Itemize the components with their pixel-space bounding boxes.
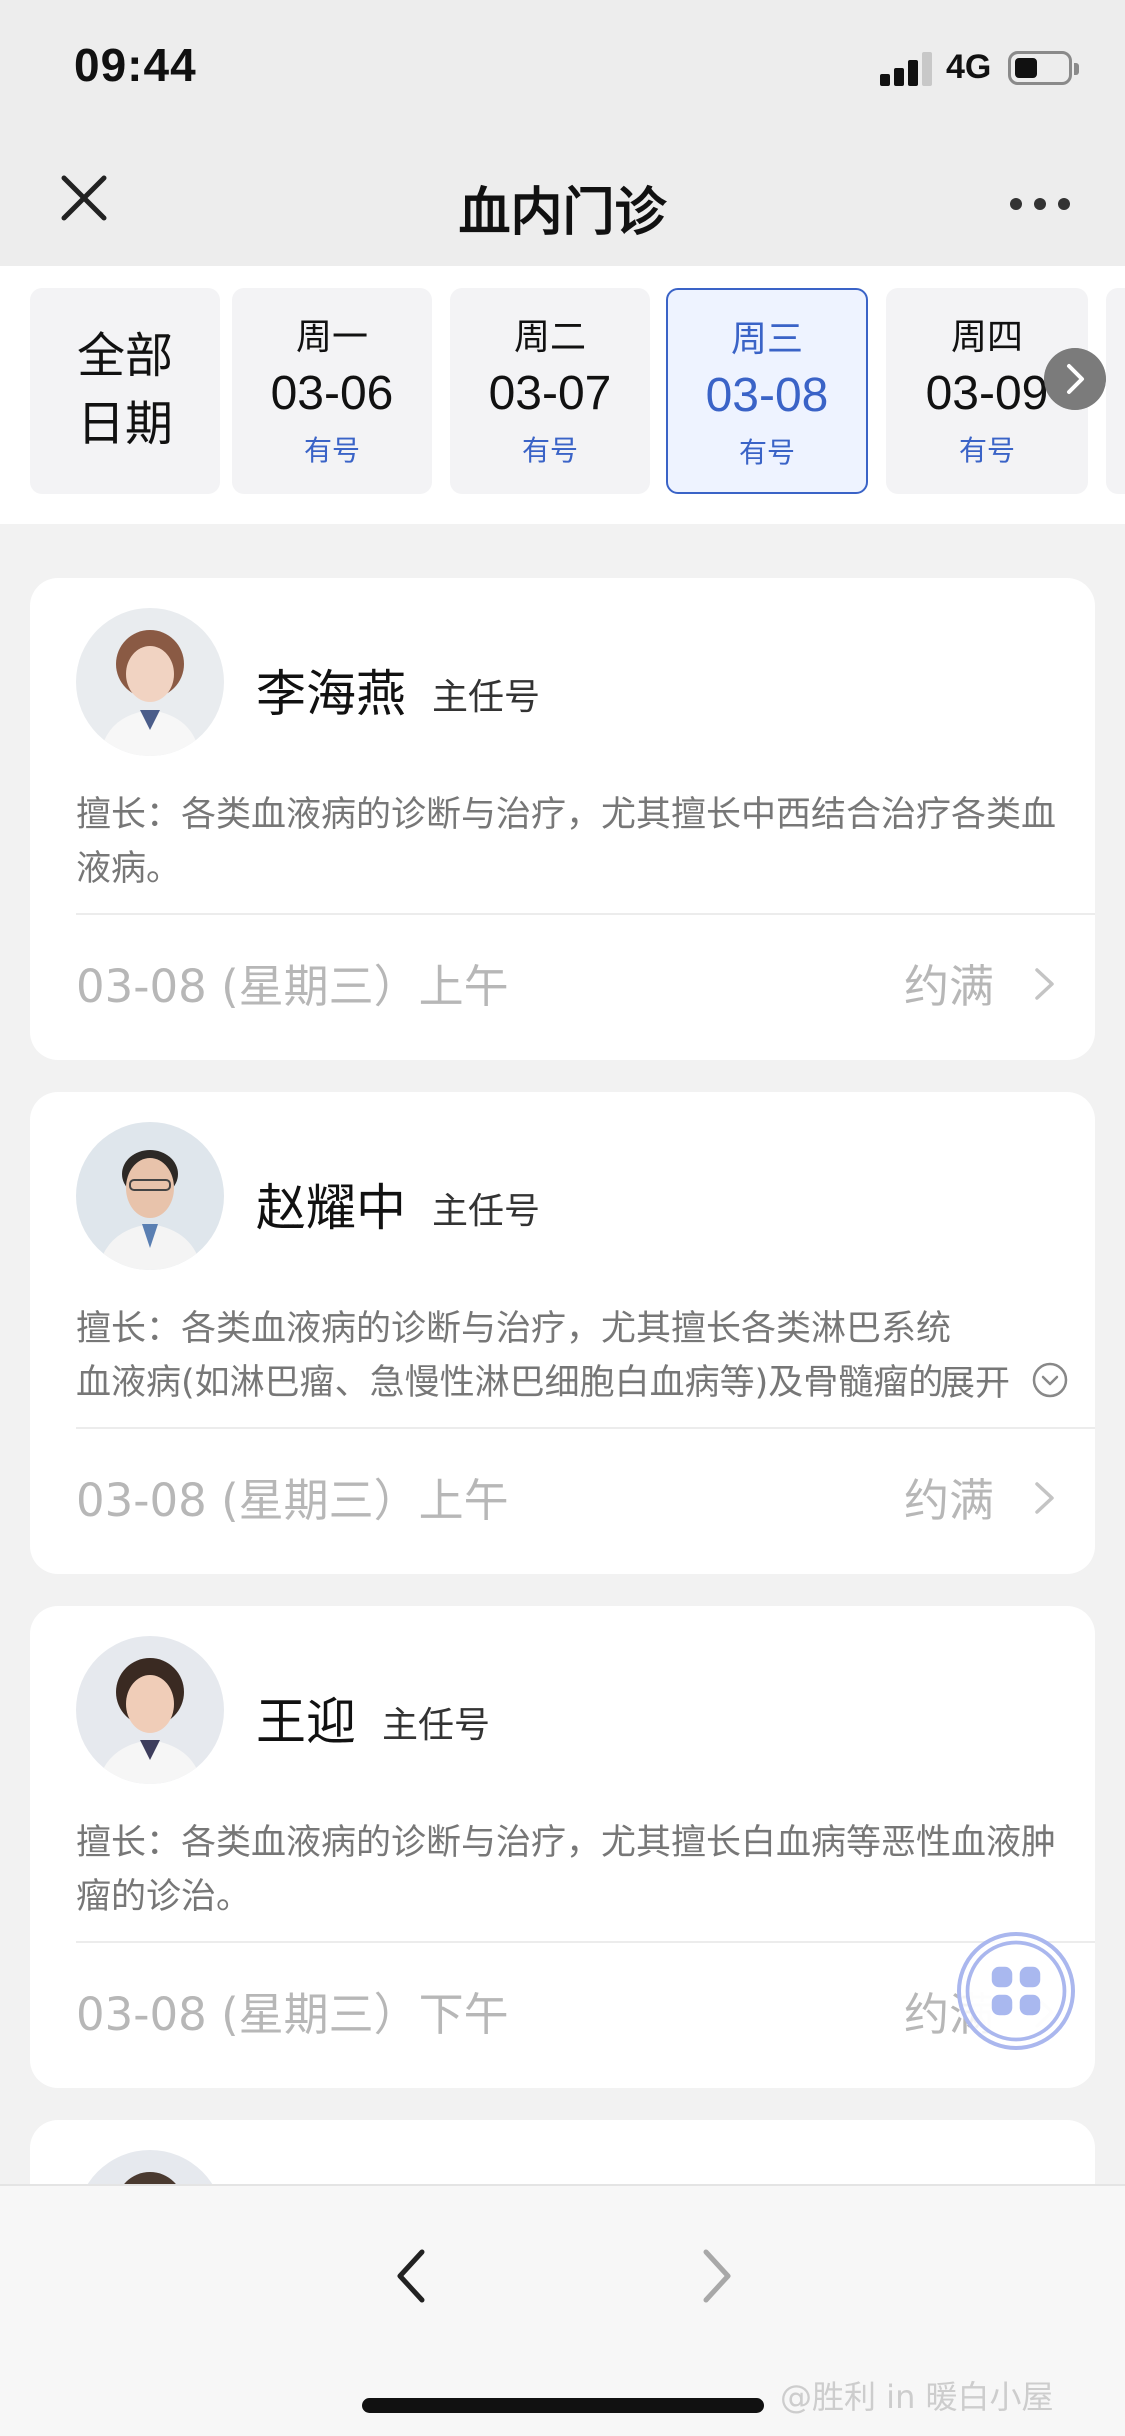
chevron-down-circle-icon[interactable] (1030, 1360, 1070, 1400)
slot-status: 约满 (904, 960, 995, 1013)
battery-icon (1008, 51, 1079, 85)
nav-bar: 血内门诊 (0, 140, 1125, 266)
slot-date: 03-08 (星期三）下午 (76, 1988, 509, 2041)
date-status: 有号 (958, 434, 1015, 467)
chevron-right-icon (1035, 968, 1054, 1000)
watermark: @胜利 in 暖白小屋 (780, 2378, 1054, 2416)
slot-date: 03-08 (星期三）上午 (76, 1474, 509, 1527)
status-time: 09:44 (74, 39, 197, 91)
date-tile-next[interactable] (1106, 288, 1125, 494)
chevron-right-icon[interactable] (1044, 348, 1106, 410)
date-tile-wed[interactable]: 周三 03-08 有号 (666, 288, 868, 494)
date-tile-tue[interactable]: 周二 03-07 有号 (450, 288, 650, 494)
doctor-avatar (76, 1122, 224, 1270)
network-label: 4G (946, 48, 992, 86)
date-all-line2: 日期 (76, 396, 173, 452)
chevron-right-icon (1035, 1482, 1054, 1514)
date-day: 周二 (513, 317, 586, 358)
doctor-avatar (76, 608, 224, 756)
more-icon[interactable] (1010, 196, 1070, 212)
date-day: 周一 (295, 317, 368, 358)
doctor-card[interactable]: 赵耀中 主任号 擅长：各类血液病的诊断与治疗，尤其擅长各类淋巴系统血液病(如淋巴… (30, 1092, 1095, 1574)
divider (76, 913, 1095, 915)
date-status: 有号 (738, 436, 795, 469)
doctor-specialty: 擅长：各类血液病的诊断与治疗，尤其擅长各类淋巴系统血液病(如淋巴瘤、急慢性淋巴细… (76, 1309, 952, 1403)
doctor-title: 主任号 (432, 677, 541, 718)
date-selector: 全部 日期 周一 03-06 有号 周二 03-07 有号 周三 03-08 有… (0, 266, 1125, 524)
forward-arrow-icon[interactable] (696, 2244, 736, 2308)
date-status: 有号 (303, 434, 360, 467)
date-status: 有号 (521, 434, 578, 467)
doctor-avatar (76, 1636, 224, 1784)
date-number: 03-08 (705, 369, 829, 422)
doctor-name: 王迎 (256, 1693, 356, 1751)
doctor-card[interactable]: 李海燕 主任号 擅长：各类血液病的诊断与治疗，尤其擅长中西结合治疗各类血液病。 … (30, 578, 1095, 1060)
page-title: 血内门诊 (458, 183, 667, 243)
date-day: 周三 (730, 319, 803, 360)
slot-date: 03-08 (星期三）上午 (76, 960, 509, 1013)
date-number: 03-06 (270, 367, 394, 420)
doctor-title: 主任号 (382, 1705, 491, 1746)
status-bar: 09:44 4G (0, 0, 1125, 140)
expand-button[interactable]: 展开 (940, 1355, 1010, 1406)
doctor-specialty: 擅长：各类血液病的诊断与治疗，尤其擅长白血病等恶性血液肿瘤的诊治。 (76, 1823, 1057, 1917)
doctor-title: 主任号 (432, 1191, 541, 1232)
date-tile-mon[interactable]: 周一 03-06 有号 (232, 288, 432, 494)
floating-menu-icon[interactable] (957, 1932, 1075, 2050)
date-all-line1: 全部 (76, 328, 173, 384)
doctor-specialty: 擅长：各类血液病的诊断与治疗，尤其擅长中西结合治疗各类血液病。 (76, 795, 1057, 889)
date-number: 03-07 (488, 367, 612, 420)
divider (76, 1427, 1095, 1429)
divider (76, 1941, 1095, 1943)
date-all-button[interactable]: 全部 日期 (30, 288, 220, 494)
doctor-card[interactable]: 王迎 主任号 擅长：各类血液病的诊断与治疗，尤其擅长白血病等恶性血液肿瘤的诊治。… (30, 1606, 1095, 2088)
signal-icon (880, 50, 934, 86)
doctor-name: 赵耀中 (256, 1179, 406, 1237)
slot-status: 约满 (904, 1474, 995, 1527)
doctor-name: 李海燕 (256, 665, 406, 723)
home-indicator (362, 2398, 764, 2413)
back-arrow-icon[interactable] (392, 2244, 432, 2308)
